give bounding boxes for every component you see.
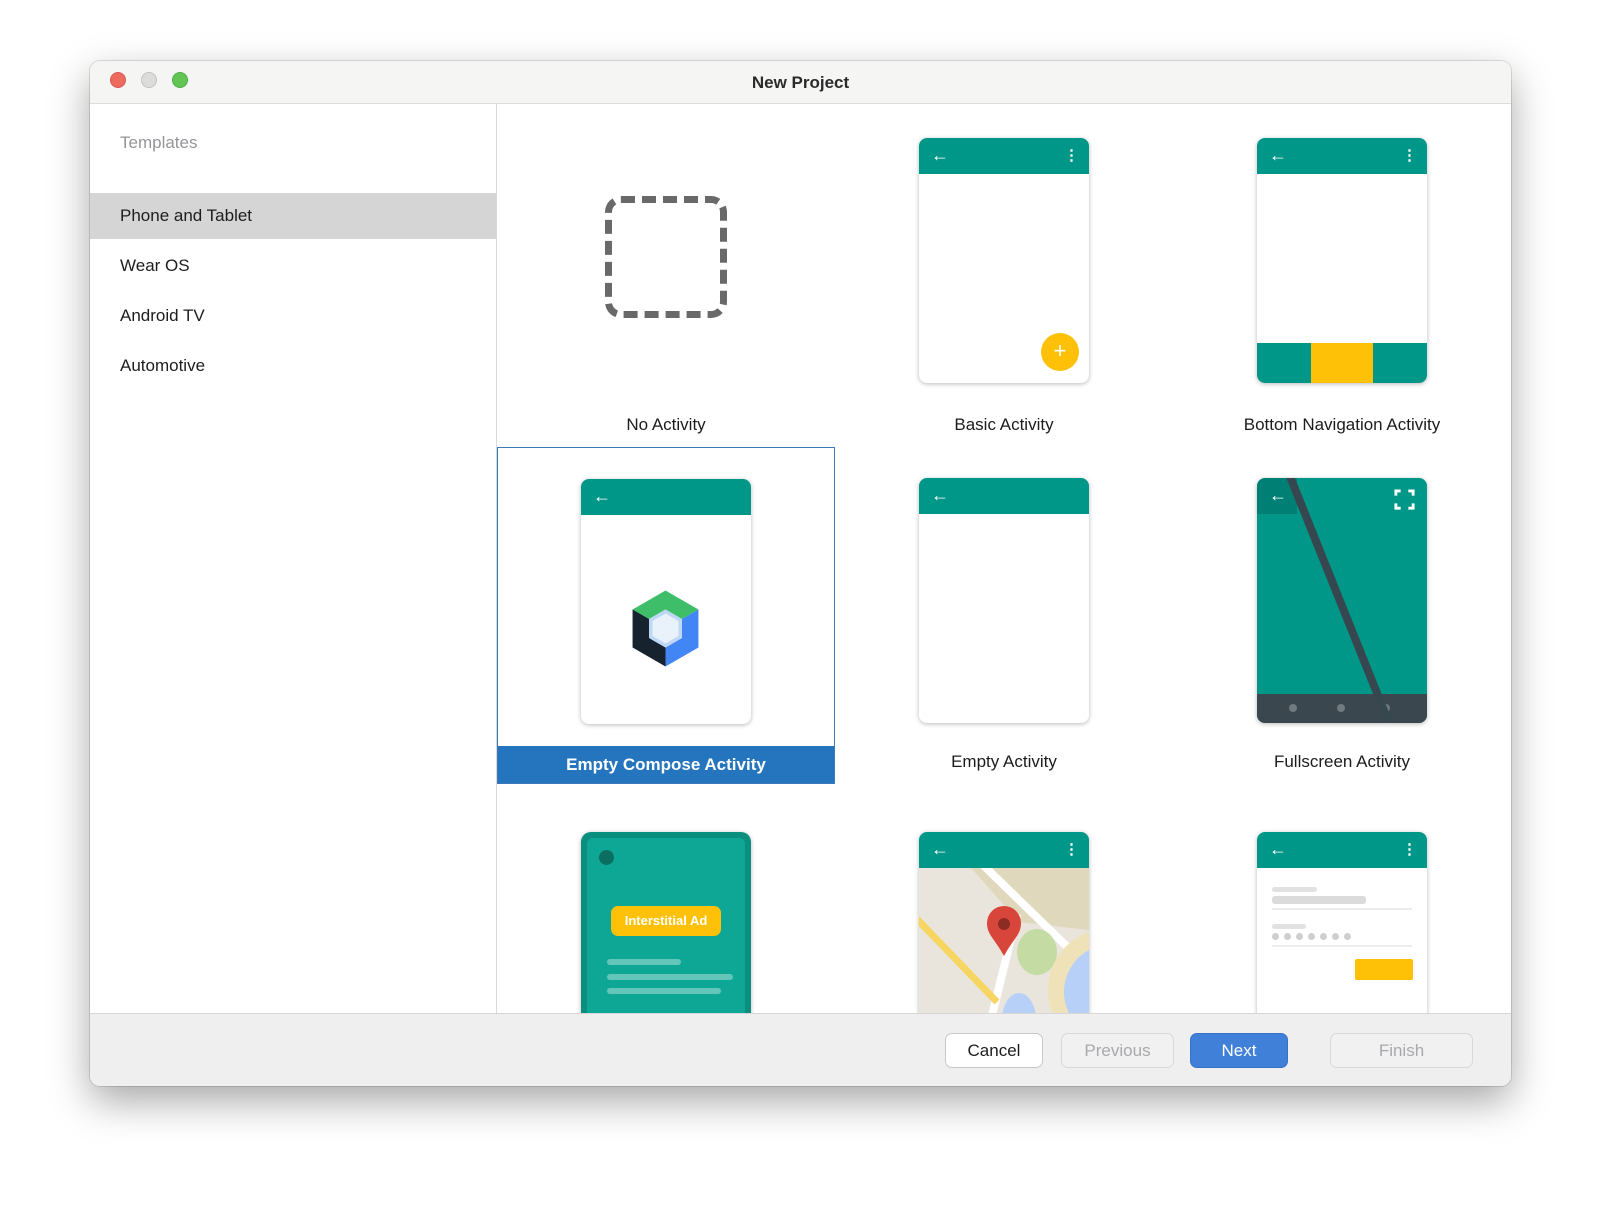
dialog-footer: Cancel Previous Next Finish: [90, 1013, 1511, 1086]
fab-plus-icon: +: [1041, 333, 1079, 371]
minimize-button[interactable]: [141, 72, 157, 88]
sidebar-item-automotive[interactable]: Automotive: [90, 343, 496, 389]
compose-thumbnail: ←: [581, 479, 751, 724]
app-bar: ←: [581, 479, 751, 515]
new-project-dialog: New Project Templates Phone and Tablet W…: [90, 61, 1511, 1086]
template-bottom-navigation-activity[interactable]: ← ⋮ Bottom Navigation Activity: [1173, 104, 1511, 447]
field-underline: [1272, 908, 1412, 910]
selected-template-label: Empty Compose Activity: [498, 746, 834, 783]
map-graphic: [919, 868, 1089, 1013]
back-arrow-icon: ←: [1269, 138, 1287, 174]
titlebar: New Project: [90, 61, 1511, 104]
app-bar: ← ⋮: [1257, 832, 1427, 868]
template-admob-ads-activity[interactable]: Interstitial Ad: [497, 784, 835, 1013]
template-basic-activity[interactable]: ← ⋮ + Basic Activity: [835, 104, 1173, 447]
sidebar-item-android-tv[interactable]: Android TV: [90, 293, 496, 339]
form-label-line: [1272, 887, 1317, 892]
next-button[interactable]: Next: [1190, 1033, 1288, 1068]
basic-activity-thumbnail: ← ⋮ +: [919, 138, 1089, 383]
placeholder-line: [607, 988, 721, 994]
password-dots: [1272, 933, 1351, 940]
jetpack-compose-logo-icon: [618, 581, 713, 676]
interstitial-ad-badge: Interstitial Ad: [611, 906, 721, 936]
template-label: Bottom Navigation Activity: [1173, 415, 1511, 435]
template-google-maps-activity[interactable]: ← ⋮: [835, 784, 1173, 1013]
fullscreen-icon: [1393, 488, 1416, 511]
login-thumbnail: ← ⋮: [1257, 832, 1427, 1013]
template-empty-compose-activity[interactable]: ← Empty Compose Activity: [497, 447, 835, 784]
bottom-nav-bar: [1257, 343, 1427, 383]
template-label: Fullscreen Activity: [1173, 752, 1511, 772]
close-button[interactable]: [110, 72, 126, 88]
app-bar: ← ⋮: [919, 832, 1089, 868]
sidebar-item-phone-and-tablet[interactable]: Phone and Tablet: [90, 193, 496, 239]
traffic-lights: [110, 72, 188, 88]
back-arrow-icon: ←: [931, 478, 949, 514]
empty-activity-thumbnail: ←: [919, 478, 1089, 723]
back-arrow-icon: ←: [931, 832, 949, 868]
admob-thumbnail: Interstitial Ad: [581, 832, 751, 1013]
template-login-activity[interactable]: ← ⋮: [1173, 784, 1511, 1013]
kebab-menu-icon: ⋮: [1064, 138, 1079, 174]
app-bar: ←: [919, 478, 1089, 514]
placeholder-line: [607, 974, 733, 980]
app-bar: ← ⋮: [919, 138, 1089, 174]
sidebar-header: Templates: [120, 133, 197, 153]
zoom-button[interactable]: [172, 72, 188, 88]
back-arrow-icon: ←: [593, 479, 611, 515]
maps-thumbnail: ← ⋮: [919, 832, 1089, 1013]
fullscreen-thumbnail: ←: [1257, 478, 1427, 723]
back-arrow-icon: ←: [931, 138, 949, 174]
kebab-menu-icon: ⋮: [1064, 832, 1079, 868]
login-button-graphic: [1355, 959, 1413, 980]
no-activity-icon: [605, 196, 727, 318]
ad-screen: Interstitial Ad: [587, 838, 745, 1013]
diagonal-stripe: [1257, 478, 1427, 723]
templates-sidebar: Templates Phone and Tablet Wear OS Andro…: [90, 104, 497, 1013]
template-label: Empty Activity: [835, 752, 1173, 772]
placeholder-line: [607, 959, 681, 965]
app-bar: ← ⋮: [1257, 138, 1427, 174]
dialog-title: New Project: [90, 61, 1511, 104]
sidebar-item-wear-os[interactable]: Wear OS: [90, 243, 496, 289]
previous-button[interactable]: Previous: [1061, 1033, 1174, 1068]
template-grid: No Activity ← ⋮ + Basic Activity ← ⋮: [497, 104, 1511, 1013]
bottom-navigation-thumbnail: ← ⋮: [1257, 138, 1427, 383]
template-fullscreen-activity[interactable]: ← Fullscreen Activity: [1173, 447, 1511, 784]
back-arrow-icon: ←: [1269, 832, 1287, 868]
kebab-menu-icon: ⋮: [1402, 832, 1417, 868]
field-underline: [1272, 945, 1412, 947]
template-label: No Activity: [497, 415, 835, 435]
template-no-activity[interactable]: No Activity: [497, 104, 835, 447]
kebab-menu-icon: ⋮: [1402, 138, 1417, 174]
finish-button[interactable]: Finish: [1330, 1033, 1473, 1068]
ad-dot: [599, 850, 614, 865]
cancel-button[interactable]: Cancel: [945, 1033, 1043, 1068]
form-value-line: [1272, 896, 1366, 904]
template-empty-activity[interactable]: ← Empty Activity: [835, 447, 1173, 784]
form-label-line: [1272, 924, 1306, 929]
template-label: Basic Activity: [835, 415, 1173, 435]
